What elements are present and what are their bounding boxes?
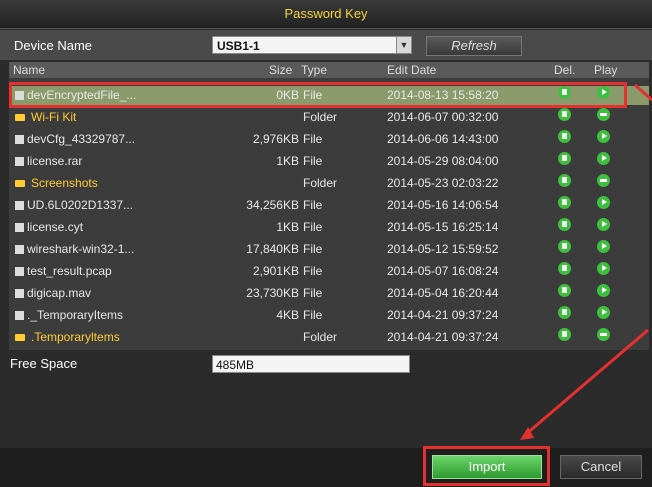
arrow-bottom-icon bbox=[524, 328, 649, 437]
arrow-top-icon bbox=[634, 83, 652, 102]
annotation-arrows bbox=[520, 83, 652, 440]
